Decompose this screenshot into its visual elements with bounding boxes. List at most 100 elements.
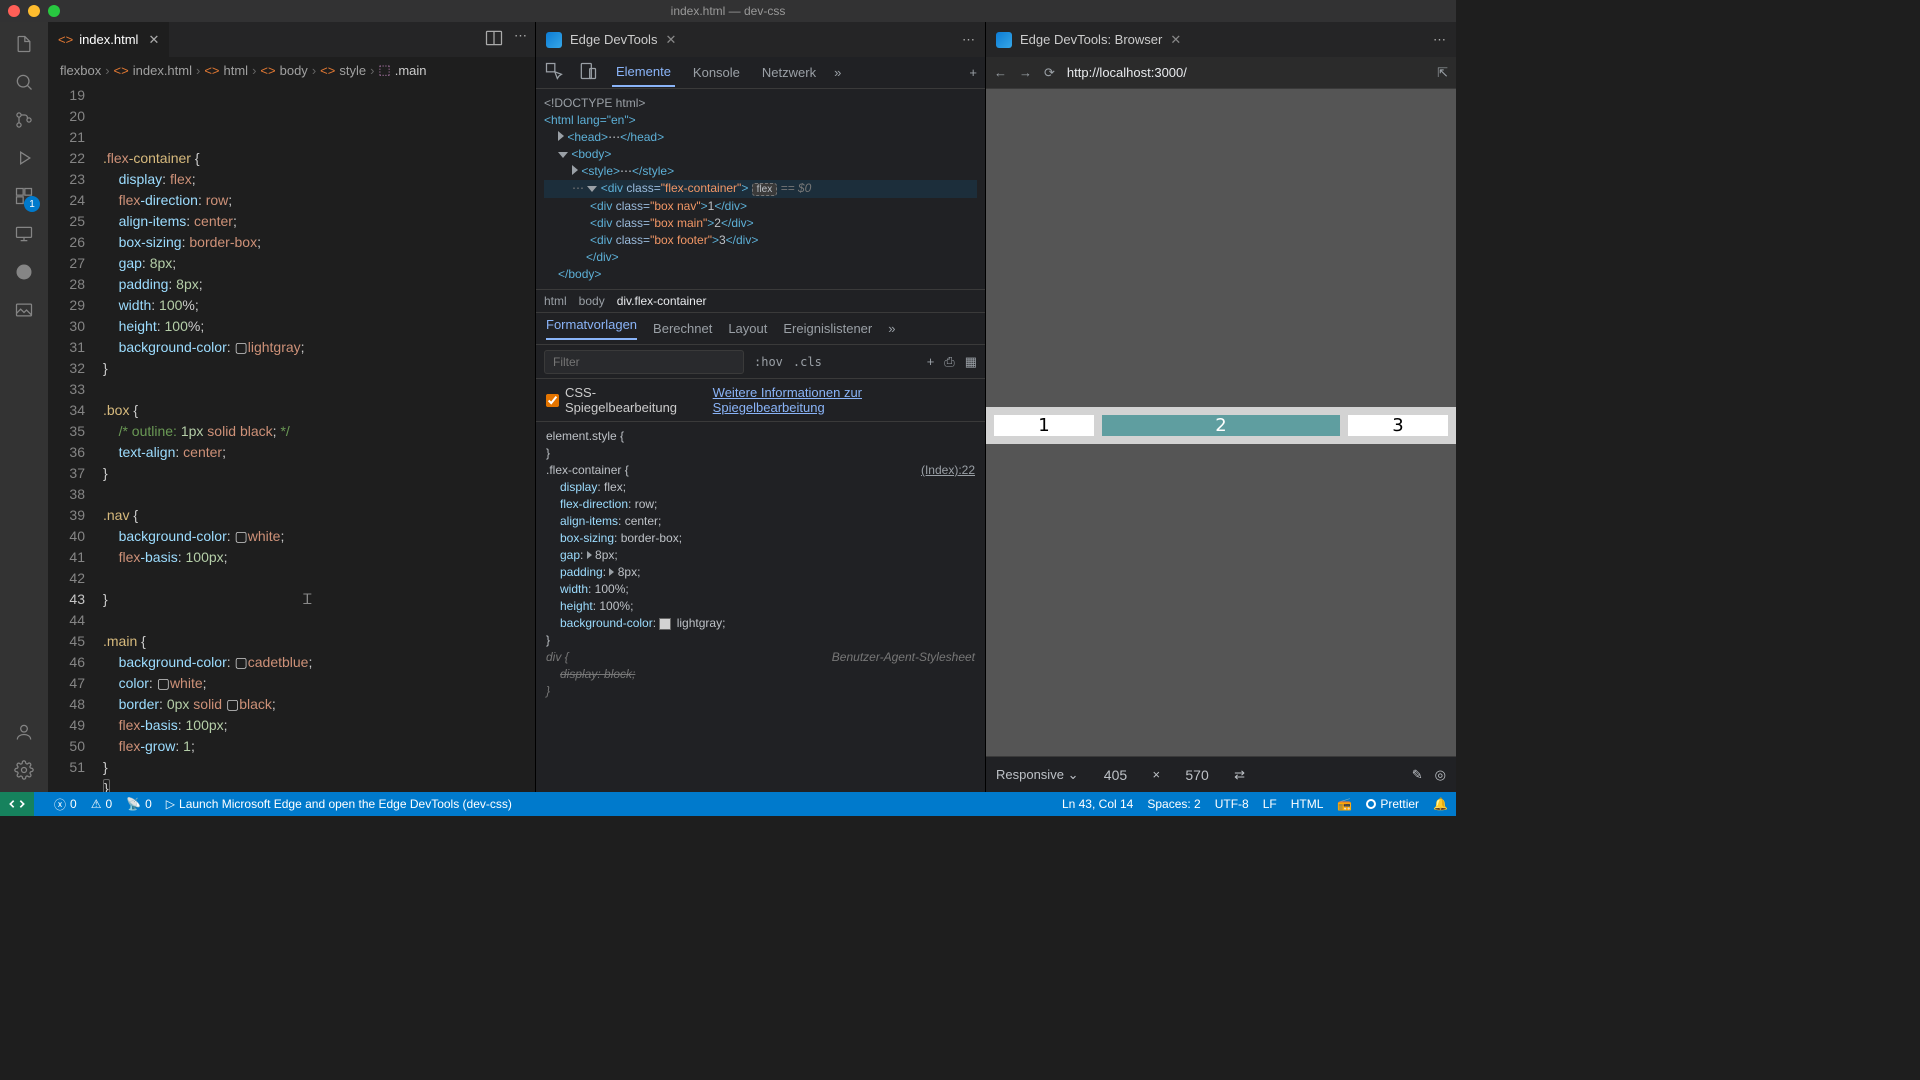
explorer-icon[interactable] (10, 30, 38, 58)
forward-icon[interactable]: → (1019, 65, 1032, 80)
close-icon[interactable]: ✕ (1170, 32, 1181, 48)
encoding-info[interactable]: UTF-8 (1215, 797, 1249, 811)
language-mode[interactable]: HTML (1291, 797, 1324, 811)
run-debug-icon[interactable] (10, 144, 38, 172)
line-gutter: 1920212223242526272829303132333435363738… (48, 83, 103, 792)
add-tab-icon[interactable]: + (969, 65, 977, 80)
browser-tab-label[interactable]: Edge DevTools: Browser (1020, 32, 1162, 47)
html-file-icon: <> (58, 32, 73, 47)
device-icon[interactable] (578, 61, 598, 84)
search-icon[interactable] (10, 68, 38, 96)
notifications-icon[interactable]: 🔔 (1433, 797, 1448, 811)
indent-info[interactable]: Spaces: 2 (1147, 797, 1200, 811)
tab-layout[interactable]: Layout (728, 321, 767, 336)
device-select[interactable]: Responsive ⌄ (996, 767, 1078, 783)
times-icon: × (1152, 767, 1160, 782)
editor-tabs: <> index.html ✕ ⋯ (48, 22, 535, 57)
remote-explorer-icon[interactable] (10, 220, 38, 248)
errors-count[interactable]: ⓧ 0 (54, 796, 77, 813)
dom-breadcrumb[interactable]: html body div.flex-container (536, 290, 985, 313)
eyedropper-icon[interactable]: ✎ (1412, 767, 1423, 783)
cursor-position[interactable]: Ln 43, Col 14 (1062, 797, 1133, 811)
code-content[interactable]: Ꮖ .flex-container { display: flex; flex-… (103, 83, 535, 792)
warnings-count[interactable]: ⚠ 0 (91, 797, 112, 811)
browser-toolbar: ← → ⟳ http://localhost:3000/ ⇱ (986, 57, 1456, 89)
chevron-right-icon[interactable]: » (888, 321, 895, 336)
window-controls (8, 5, 60, 17)
css-mirror-row: CSS-Spiegelbearbeitung Weitere Informati… (536, 379, 985, 422)
close-icon[interactable]: ✕ (665, 32, 676, 48)
maximize-window[interactable] (48, 5, 60, 17)
hov-toggle[interactable]: :hov (754, 355, 783, 369)
close-icon[interactable]: ✕ (148, 32, 159, 48)
rotate-icon[interactable]: ⇄ (1234, 767, 1245, 783)
image-icon[interactable] (10, 296, 38, 324)
launch-edge-button[interactable]: ▷ Launch Microsoft Edge and open the Edg… (166, 797, 512, 811)
tab-berechnet[interactable]: Berechnet (653, 321, 712, 336)
devtools-tab-label[interactable]: Edge DevTools (570, 32, 657, 47)
styles-tabs: Formatvorlagen Berechnet Layout Ereignis… (536, 313, 985, 345)
edge-icon (546, 32, 562, 48)
back-icon[interactable]: ← (994, 65, 1007, 80)
screenshot-icon[interactable]: ◎ (1435, 767, 1446, 783)
browser-panel: Edge DevTools: Browser ✕ ⋯ ← → ⟳ http://… (985, 22, 1456, 792)
styles-filter-input[interactable] (544, 350, 744, 374)
code-editor[interactable]: 1920212223242526272829303132333435363738… (48, 83, 535, 792)
tab-netzwerk[interactable]: Netzwerk (758, 59, 820, 86)
selected-dom-node[interactable]: ⋯ <div class="flex-container"> flex == $… (544, 180, 977, 198)
dom-tree[interactable]: <!DOCTYPE html> <html lang="en"> <head>⋯… (536, 89, 985, 290)
more-icon[interactable]: ⋯ (962, 32, 975, 48)
tab-ereignislistener[interactable]: Ereignislistener (783, 321, 872, 336)
settings-gear-icon[interactable] (10, 756, 38, 784)
rendered-box-footer: 3 (1348, 415, 1448, 436)
rendered-box-nav: 1 (994, 415, 1094, 436)
edge-tools-icon[interactable] (10, 258, 38, 286)
prettier-status[interactable]: Prettier (1366, 797, 1419, 811)
chevron-down-icon: ⌄ (1068, 767, 1079, 782)
mirror-checkbox[interactable] (546, 394, 559, 407)
split-editor-icon[interactable] (484, 28, 504, 51)
chevron-right-icon[interactable]: » (834, 65, 841, 80)
go-live-icon[interactable]: 📻 (1337, 797, 1352, 811)
devtools-tab-row: Edge DevTools ✕ ⋯ (536, 22, 985, 57)
source-control-icon[interactable] (10, 106, 38, 134)
print-icon[interactable]: ⎙ (944, 354, 954, 370)
cls-toggle[interactable]: .cls (793, 355, 822, 369)
titlebar: index.html — dev-css (0, 0, 1456, 22)
text-cursor-icon: Ꮖ (303, 589, 312, 610)
more-icon[interactable]: ⋯ (514, 28, 527, 51)
rule-source-link[interactable]: (Index):22 (921, 462, 975, 479)
viewport-width-input[interactable] (1090, 767, 1140, 783)
browser-tab-row: Edge DevTools: Browser ✕ ⋯ (986, 22, 1456, 57)
open-external-icon[interactable]: ⇱ (1437, 65, 1448, 81)
tab-konsole[interactable]: Konsole (689, 59, 744, 86)
more-icon[interactable]: ⋯ (1433, 32, 1446, 48)
rendered-flex-container: 1 2 3 (986, 407, 1456, 444)
devtools-toolbar: Elemente Konsole Netzwerk » + (536, 57, 985, 89)
remote-button[interactable] (0, 792, 34, 816)
editor-panel: <> index.html ✕ ⋯ flexbox› <> index.html… (48, 22, 535, 792)
url-bar[interactable]: http://localhost:3000/ (1067, 65, 1425, 80)
computed-panel-icon[interactable]: ▦ (965, 354, 977, 370)
account-icon[interactable] (10, 718, 38, 746)
activity-bar: 1 (0, 22, 48, 792)
viewport-height-input[interactable] (1172, 767, 1222, 783)
file-tab-index[interactable]: <> index.html ✕ (48, 22, 169, 57)
close-window[interactable] (8, 5, 20, 17)
inspect-icon[interactable] (544, 61, 564, 84)
eol-info[interactable]: LF (1263, 797, 1277, 811)
styles-filter-row: :hov .cls + ⎙ ▦ (536, 345, 985, 379)
reload-icon[interactable]: ⟳ (1044, 65, 1055, 81)
ports-count[interactable]: 📡 0 (126, 797, 152, 811)
breadcrumb[interactable]: flexbox› <> index.html› <> html› <> body… (48, 57, 535, 83)
tab-elemente[interactable]: Elemente (612, 58, 675, 87)
minimize-window[interactable] (28, 5, 40, 17)
mirror-link[interactable]: Weitere Informationen zur Spiegelbearbei… (713, 385, 975, 415)
extensions-icon[interactable]: 1 (10, 182, 38, 210)
new-rule-icon[interactable]: + (927, 354, 935, 370)
mirror-label: CSS-Spiegelbearbeitung (565, 385, 707, 415)
tab-formatvorlagen[interactable]: Formatvorlagen (546, 317, 637, 340)
device-toolbar: Responsive ⌄ × ⇄ ✎ ◎ (986, 756, 1456, 792)
styles-rules[interactable]: element.style { } (Index):22.flex-contai… (536, 422, 985, 792)
file-tab-label: index.html (79, 32, 138, 47)
